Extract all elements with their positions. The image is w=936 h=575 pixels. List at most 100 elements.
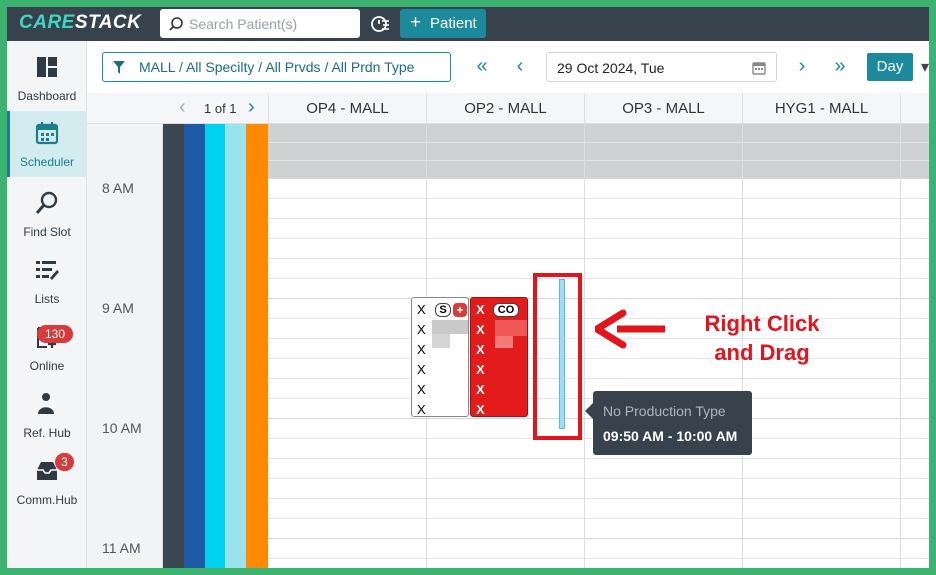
add-icon[interactable]: + [453, 303, 467, 317]
appointment-status-tag: CO [493, 303, 519, 317]
time-label-11am: 11 AM [102, 540, 141, 556]
sidebar-item-dashboard[interactable]: Dashboard [7, 45, 87, 111]
search-icon [35, 191, 58, 214]
sidebar-item-label: Comm.Hub [16, 493, 78, 507]
online-count-badge: 130 [37, 325, 73, 343]
sidebar-item-label: Lists [34, 292, 60, 306]
top-bar: CARESTACK Search Patient(s) + Patient [7, 7, 929, 41]
appointment-mark: X [476, 402, 485, 417]
grid-line [268, 498, 929, 499]
appointment-mark: X [476, 302, 485, 317]
provider-strip [225, 124, 246, 568]
annotation-line-2: and Drag [714, 340, 810, 365]
appointment-mark: X [417, 382, 426, 397]
next-day-button[interactable]: › [790, 54, 814, 80]
grid-line [268, 218, 929, 219]
column-op2: OP2 - MALL [426, 93, 584, 124]
annotation-text: Right Click and Drag [672, 309, 852, 367]
sidebar-item-label: Find Slot [23, 225, 71, 239]
column-divider [900, 93, 929, 124]
schedule-filter-button[interactable]: MALL / All Specilty / All Prvds / All Pr… [102, 52, 451, 82]
view-dropdown-icon[interactable]: ▾ [921, 57, 929, 77]
add-patient-label: Patient [430, 15, 477, 32]
sidebar-item-label: Online [29, 359, 65, 373]
comm-hub-count-badge: 3 [55, 453, 74, 471]
day-view-button[interactable]: Day [867, 53, 913, 81]
redacted-block [432, 320, 468, 334]
appointment-card[interactable]: X X X X X X CO [470, 297, 528, 417]
grid-line [268, 198, 929, 199]
provider-strip [163, 124, 184, 568]
grid-line [268, 558, 929, 559]
redacted-block [495, 336, 513, 348]
referral-icon [38, 393, 57, 414]
next-week-button[interactable]: » [828, 54, 852, 80]
filter-icon [113, 61, 125, 74]
time-label-9am: 9 AM [102, 300, 134, 316]
sidebar-item-lists[interactable]: Lists [7, 248, 87, 314]
column-hyg1: HYG1 - MALL [742, 93, 900, 124]
appointment-mark: X [417, 362, 426, 377]
column-op4: OP4 - MALL [268, 93, 426, 124]
selected-date: 29 Oct 2024, Tue [557, 60, 665, 76]
logo-text-stack: STACK [74, 12, 142, 33]
grid-line [268, 478, 929, 479]
appointment-mark: X [417, 302, 426, 317]
appointment-mark: X [476, 342, 485, 357]
provider-strip [184, 124, 205, 568]
tooltip-title: No Production Type [603, 403, 726, 419]
redacted-block [495, 320, 527, 336]
sidebar-item-label: Ref. Hub [23, 426, 71, 440]
provider-strip [246, 124, 268, 568]
time-label-8am: 8 AM [102, 180, 134, 196]
sidebar-item-online[interactable]: Online 130 [7, 315, 87, 381]
grid-line [268, 378, 929, 379]
sidebar-item-find-slot[interactable]: Find Slot [7, 181, 87, 247]
grid-line [268, 518, 929, 519]
sidebar-item-scheduler[interactable]: Scheduler [7, 111, 87, 177]
add-patient-button[interactable]: + Patient [400, 9, 486, 38]
annotation-arrow-icon [595, 309, 665, 349]
grid-line [268, 538, 929, 539]
plus-icon: + [410, 12, 422, 33]
grid-line [268, 458, 929, 459]
appointment-status-tag: S [435, 303, 451, 317]
search-placeholder: Search Patient(s) [189, 16, 298, 32]
app-window: CARESTACK Search Patient(s) + Patient Da… [7, 7, 929, 568]
time-label-10am: 10 AM [102, 420, 142, 436]
appointment-mark: X [417, 322, 426, 337]
sidebar-item-label: Scheduler [19, 155, 75, 169]
grid-line [268, 278, 929, 279]
grid-line [268, 238, 929, 239]
sidebar-item-comm-hub[interactable]: Comm.Hub 3 [7, 449, 87, 515]
calendar-icon [35, 122, 59, 145]
pager-prev-icon[interactable]: ‹ [179, 96, 186, 119]
grid-line [268, 258, 929, 259]
quick-actions-icon[interactable] [369, 13, 391, 35]
carestack-logo[interactable]: CARESTACK [19, 12, 141, 34]
date-picker[interactable]: 29 Oct 2024, Tue [546, 52, 777, 82]
column-separator [584, 124, 585, 568]
tooltip-time: 09:50 AM - 10:00 AM [603, 428, 738, 444]
previous-day-button[interactable]: ‹ [508, 54, 532, 80]
grid-line [268, 298, 929, 299]
sidebar: Dashboard Scheduler Find Slot Lists Onli… [7, 41, 87, 568]
calendar-icon [752, 62, 766, 75]
filter-label: MALL / All Specilty / All Prvds / All Pr… [139, 59, 415, 75]
annotation-line-1: Right Click [704, 311, 820, 336]
slot-tooltip: No Production Type 09:50 AM - 10:00 AM [585, 391, 752, 455]
patient-search-input[interactable]: Search Patient(s) [160, 9, 360, 38]
column-op3: OP3 - MALL [584, 93, 742, 124]
sidebar-item-ref-hub[interactable]: Ref. Hub [7, 382, 87, 448]
previous-week-button[interactable]: « [470, 54, 494, 80]
time-column: 8 AM 9 AM 10 AM 11 AM [87, 124, 163, 568]
pager-next-icon[interactable]: › [248, 96, 255, 119]
highlight-box [533, 273, 582, 440]
appointment-mark: X [417, 402, 426, 417]
column-separator [900, 124, 901, 568]
appointment-card[interactable]: X X X X X X S + [411, 297, 469, 417]
provider-strip [205, 124, 225, 568]
pager-text: 1 of 1 [204, 101, 237, 116]
dashboard-icon [37, 57, 57, 77]
redacted-block [432, 334, 450, 348]
